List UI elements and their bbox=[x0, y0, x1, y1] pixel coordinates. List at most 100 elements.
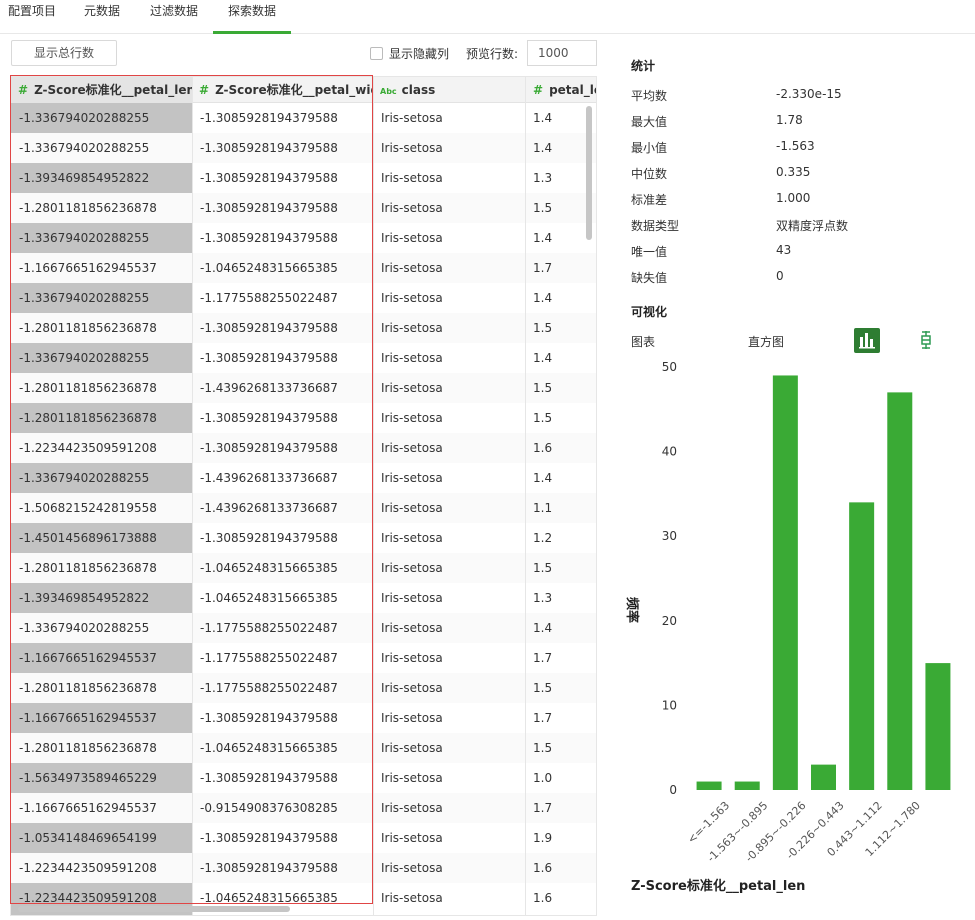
table-cell: 1.6 bbox=[533, 891, 553, 905]
table-row[interactable]: -1.1667665162945537 -1.0465248315665385 Ir… bbox=[11, 253, 596, 283]
table-cell: Iris-setosa bbox=[381, 831, 443, 845]
table-cell: 1.5 bbox=[533, 561, 553, 575]
table-cell: -1.0465248315665385 bbox=[200, 561, 338, 575]
vertical-scrollbar[interactable] bbox=[586, 106, 592, 240]
stat-label: 平均数 bbox=[631, 89, 668, 103]
tab-explore[interactable]: 探索数据 bbox=[213, 0, 291, 34]
tab-filter[interactable]: 过滤数据 bbox=[150, 0, 198, 34]
table-cell: Iris-setosa bbox=[381, 111, 443, 125]
chart-label: 图表 bbox=[631, 335, 656, 349]
stats-title: 统计 bbox=[631, 59, 656, 73]
table-cell: 1.5 bbox=[533, 411, 553, 425]
table-row[interactable]: -1.336794020288255 -1.3085928194379588 Iri… bbox=[11, 343, 596, 373]
column-header-0[interactable]: # Z-Score标准化__petal_len bbox=[11, 77, 192, 103]
table-cell: -1.3085928194379588 bbox=[200, 531, 338, 545]
table-cell: Iris-setosa bbox=[381, 231, 443, 245]
table-row[interactable]: -1.2801181856236878 -1.0465248315665385 Ir… bbox=[11, 553, 596, 583]
table-cell: -1.3085928194379588 bbox=[200, 351, 338, 365]
table-row[interactable]: -1.2801181856236878 -1.0465248315665385 Ir… bbox=[11, 733, 596, 763]
table-cell: -1.3085928194379588 bbox=[200, 141, 338, 155]
table-cell: -1.4396268133736687 bbox=[200, 501, 338, 515]
table-cell: -1.2234423509591208 bbox=[19, 441, 157, 455]
stat-label: 唯一值 bbox=[631, 245, 668, 259]
column-header-label: Z-Score标准化__petal_wid bbox=[215, 83, 373, 97]
table-row[interactable]: -1.1667665162945537 -0.9154908376308285 Ir… bbox=[11, 793, 596, 823]
column-header-label: petal_len bbox=[549, 83, 596, 97]
table-cell: 1.9 bbox=[533, 831, 553, 845]
bar-chart-icon[interactable] bbox=[854, 328, 880, 353]
table-row[interactable]: -1.393469854952822 -1.0465248315665385 Iri… bbox=[11, 583, 596, 613]
table-cell: -1.3085928194379588 bbox=[200, 711, 338, 725]
table-cell: Iris-setosa bbox=[381, 801, 443, 815]
table-row[interactable]: -1.336794020288255 -1.3085928194379588 Iri… bbox=[11, 133, 596, 163]
table-cell: -1.1667665162945537 bbox=[19, 261, 157, 275]
table-cell: Iris-setosa bbox=[381, 471, 443, 485]
table-cell: -1.2801181856236878 bbox=[19, 381, 157, 395]
table-row[interactable]: -1.2801181856236878 -1.3085928194379588 Ir… bbox=[11, 193, 596, 223]
table-cell: -1.5634973589465229 bbox=[19, 771, 157, 785]
tab-bar: 配置项目 元数据 过滤数据 探索数据 bbox=[0, 0, 975, 34]
table-cell: Iris-setosa bbox=[381, 711, 443, 725]
show-hidden-checkbox[interactable] bbox=[370, 46, 383, 60]
table-row[interactable]: -1.2234423509591208 -1.3085928194379588 Ir… bbox=[11, 433, 596, 463]
table-cell: -1.2801181856236878 bbox=[19, 681, 157, 695]
table-row[interactable]: -1.0534148469654199 -1.3085928194379588 Ir… bbox=[11, 823, 596, 853]
table-row[interactable]: -1.2801181856236878 -1.1775588255022487 Ir… bbox=[11, 673, 596, 703]
table-row[interactable]: -1.1667665162945537 -1.3085928194379588 Ir… bbox=[11, 703, 596, 733]
table-row[interactable]: -1.393469854952822 -1.3085928194379588 Iri… bbox=[11, 163, 596, 193]
preview-rows-input[interactable] bbox=[527, 40, 597, 66]
y-axis-title: 频率 bbox=[624, 597, 640, 623]
histogram-bar bbox=[925, 663, 951, 790]
show-total-rows-button[interactable]: 显示总行数 bbox=[11, 40, 117, 66]
stat-label: 数据类型 bbox=[631, 219, 680, 233]
table-cell: Iris-setosa bbox=[381, 171, 443, 185]
column-header-1[interactable]: # Z-Score标准化__petal_wid bbox=[192, 77, 373, 103]
visualization-title: 可视化 bbox=[631, 305, 668, 319]
table-row[interactable]: -1.2801181856236878 -1.3085928194379588 Ir… bbox=[11, 313, 596, 343]
table-row[interactable]: -1.336794020288255 -1.3085928194379588 Iri… bbox=[11, 103, 596, 133]
table-cell: Iris-setosa bbox=[381, 501, 443, 515]
table-row[interactable]: -1.336794020288255 -1.1775588255022487 Iri… bbox=[11, 613, 596, 643]
table-cell: 1.5 bbox=[533, 681, 553, 695]
column-divider bbox=[192, 77, 193, 915]
table-cell: -1.3085928194379588 bbox=[200, 861, 338, 875]
table-row[interactable]: -1.4501456896173888 -1.3085928194379588 Ir… bbox=[11, 523, 596, 553]
table-cell: -1.2801181856236878 bbox=[19, 411, 157, 425]
show-hidden-label: 显示隐藏列 bbox=[389, 46, 450, 61]
table-row[interactable]: -1.336794020288255 -1.3085928194379588 Iri… bbox=[11, 223, 596, 253]
histogram-chart: 01020304050频率<=-1.563-1.563~-0.895-0.895… bbox=[624, 360, 951, 865]
table-row[interactable]: -1.1667665162945537 -1.1775588255022487 Ir… bbox=[11, 643, 596, 673]
table-row[interactable]: -1.2801181856236878 -1.3085928194379588 Ir… bbox=[11, 403, 596, 433]
table-cell: Iris-setosa bbox=[381, 771, 443, 785]
table-cell: -1.3085928194379588 bbox=[200, 441, 338, 455]
table-cell: -1.3085928194379588 bbox=[200, 231, 338, 245]
text-type-icon: Abc bbox=[380, 87, 397, 96]
table-row[interactable]: -1.336794020288255 -1.1775588255022487 Iri… bbox=[11, 283, 596, 313]
tab-metadata[interactable]: 元数据 bbox=[83, 0, 121, 34]
y-tick-label: 0 bbox=[669, 783, 677, 797]
y-tick-label: 50 bbox=[662, 360, 677, 374]
tab-config[interactable]: 配置项目 bbox=[6, 0, 58, 34]
table-row[interactable]: -1.2234423509591208 -1.3085928194379588 Ir… bbox=[11, 853, 596, 883]
horizontal-scrollbar[interactable] bbox=[18, 906, 290, 912]
boxplot-icon[interactable] bbox=[917, 330, 935, 350]
preview-rows-label: 预览行数: bbox=[466, 47, 519, 61]
show-hidden-columns[interactable]: 显示隐藏列 bbox=[370, 45, 449, 61]
column-header-3[interactable]: # petal_len bbox=[525, 77, 596, 103]
table-cell: Iris-setosa bbox=[381, 291, 443, 305]
table-cell: Iris-setosa bbox=[381, 591, 443, 605]
table-cell: -1.4396268133736687 bbox=[200, 471, 338, 485]
table-cell: -1.3085928194379588 bbox=[200, 201, 338, 215]
histogram-bar bbox=[734, 781, 760, 790]
stat-label: 中位数 bbox=[631, 167, 668, 181]
data-grid: # Z-Score标准化__petal_len # Z-Score标准化__peta… bbox=[10, 76, 597, 916]
table-row[interactable]: -1.2801181856236878 -1.4396268133736687 Ir… bbox=[11, 373, 596, 403]
table-cell: 1.5 bbox=[533, 381, 553, 395]
table-cell: Iris-setosa bbox=[381, 141, 443, 155]
column-header-2[interactable]: Abc class bbox=[373, 77, 525, 103]
table-row[interactable]: -1.336794020288255 -1.4396268133736687 Iri… bbox=[11, 463, 596, 493]
numeric-type-icon: # bbox=[533, 83, 544, 97]
table-row[interactable]: -1.5634973589465229 -1.3085928194379588 Ir… bbox=[11, 763, 596, 793]
table-cell: -1.4501456896173888 bbox=[19, 531, 157, 545]
table-row[interactable]: -1.5068215242819558 -1.4396268133736687 Ir… bbox=[11, 493, 596, 523]
